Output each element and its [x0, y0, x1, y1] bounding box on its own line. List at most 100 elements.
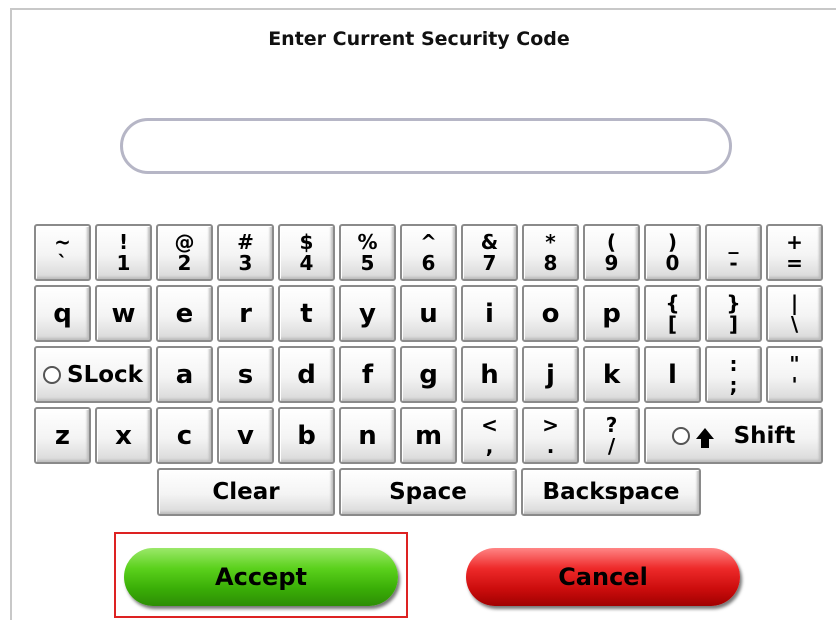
key-label: e [175, 298, 194, 329]
key-m[interactable]: m [400, 407, 457, 464]
key-dollar[interactable]: $4 [278, 224, 335, 281]
key-top-label: ( [606, 229, 617, 254]
backspace-key-label: Backspace [542, 479, 680, 505]
key-bottom-label: 8 [543, 250, 558, 275]
key-label: x [115, 420, 132, 451]
key-bottom-label: , [485, 433, 494, 458]
key-pipe[interactable]: | \ [766, 285, 823, 342]
key-bottom-label: 9 [604, 250, 619, 275]
key-bottom-label: \ [790, 311, 799, 336]
key-top-label: ^ [420, 229, 437, 254]
key-g[interactable]: g [400, 346, 457, 403]
key-r[interactable]: r [217, 285, 274, 342]
key-s[interactable]: s [217, 346, 274, 403]
key-top-label: > [542, 412, 559, 437]
security-code-input[interactable] [120, 118, 732, 174]
shift-key[interactable]: Shift [644, 407, 823, 464]
key-label: o [541, 298, 560, 329]
key-label: q [53, 298, 72, 329]
key-plus[interactable]: + = [766, 224, 823, 281]
key-rparen[interactable]: ) 0 [644, 224, 701, 281]
key-z[interactable]: z [34, 407, 91, 464]
key-b[interactable]: b [278, 407, 335, 464]
key-top-label: _ [728, 229, 739, 254]
key-d[interactable]: d [278, 346, 335, 403]
key-f[interactable]: f [339, 346, 396, 403]
key-i[interactable]: i [461, 285, 518, 342]
key-label: i [485, 298, 494, 329]
key-quote[interactable]: " ' [766, 346, 823, 403]
key-h[interactable]: h [461, 346, 518, 403]
key-tilde[interactable]: ~ ` [34, 224, 91, 281]
key-x[interactable]: x [95, 407, 152, 464]
key-q[interactable]: q [34, 285, 91, 342]
key-v[interactable]: v [217, 407, 274, 464]
key-j[interactable]: j [522, 346, 579, 403]
key-asterisk[interactable]: * 8 [522, 224, 579, 281]
key-l[interactable]: l [644, 346, 701, 403]
key-bottom-label: ; [729, 372, 738, 397]
clear-key[interactable]: Clear [157, 468, 335, 516]
key-u[interactable]: u [400, 285, 457, 342]
key-top-label: " [789, 351, 800, 376]
key-less[interactable]: <, [461, 407, 518, 464]
key-label: v [237, 420, 254, 451]
key-top-label: # [237, 229, 254, 254]
key-at[interactable]: @2 [156, 224, 213, 281]
slock-key[interactable]: SLock [34, 346, 152, 403]
key-percent[interactable]: % 5 [339, 224, 396, 281]
key-bottom-label: ' [791, 372, 798, 397]
shift-label: Shift [733, 422, 796, 449]
key-label: a [175, 359, 194, 390]
key-underscore[interactable]: _ - [705, 224, 762, 281]
key-label: n [358, 420, 377, 451]
key-bottom-label: - [729, 250, 738, 275]
key-top-label: { [665, 290, 680, 315]
key-c[interactable]: c [156, 407, 213, 464]
key-question[interactable]: ? / [583, 407, 640, 464]
shift-arrow-icon [695, 428, 714, 448]
key-top-label: & [480, 229, 499, 254]
key-label: t [300, 298, 313, 329]
key-bottom-label: 4 [299, 250, 314, 275]
key-rbrace[interactable]: }] [705, 285, 762, 342]
key-label: g [419, 359, 438, 390]
key-n[interactable]: n [339, 407, 396, 464]
key-o[interactable]: o [522, 285, 579, 342]
key-label: p [602, 298, 621, 329]
key-exclam[interactable]: ! 1 [95, 224, 152, 281]
key-y[interactable]: y [339, 285, 396, 342]
key-e[interactable]: e [156, 285, 213, 342]
key-colon[interactable]: :; [705, 346, 762, 403]
key-top-label: @ [174, 229, 195, 254]
key-bottom-label: 6 [421, 250, 436, 275]
key-greater[interactable]: >. [522, 407, 579, 464]
key-bottom-label: 1 [116, 250, 131, 275]
key-bottom-label: 0 [665, 250, 680, 275]
key-label: s [237, 359, 254, 390]
key-label: c [176, 420, 193, 451]
key-lbrace[interactable]: {[ [644, 285, 701, 342]
cancel-button[interactable]: Cancel [466, 548, 740, 606]
key-top-label: $ [299, 229, 314, 254]
key-k[interactable]: k [583, 346, 640, 403]
key-bottom-label: . [546, 433, 555, 458]
key-a[interactable]: a [156, 346, 213, 403]
accept-button[interactable]: Accept [124, 548, 398, 606]
key-w[interactable]: w [95, 285, 152, 342]
key-label: j [546, 359, 555, 390]
backspace-key[interactable]: Backspace [521, 468, 701, 516]
key-ampersand[interactable]: & 7 [461, 224, 518, 281]
key-bottom-label: = [786, 250, 803, 275]
key-p[interactable]: p [583, 285, 640, 342]
key-caret[interactable]: ^ 6 [400, 224, 457, 281]
key-top-label: + [786, 229, 803, 254]
key-t[interactable]: t [278, 285, 335, 342]
space-key[interactable]: Space [339, 468, 517, 516]
key-label: l [668, 359, 677, 390]
key-label: d [297, 359, 316, 390]
key-hash[interactable]: #3 [217, 224, 274, 281]
key-label: y [359, 298, 376, 329]
key-lparen[interactable]: (9 [583, 224, 640, 281]
key-bottom-label: 7 [482, 250, 497, 275]
